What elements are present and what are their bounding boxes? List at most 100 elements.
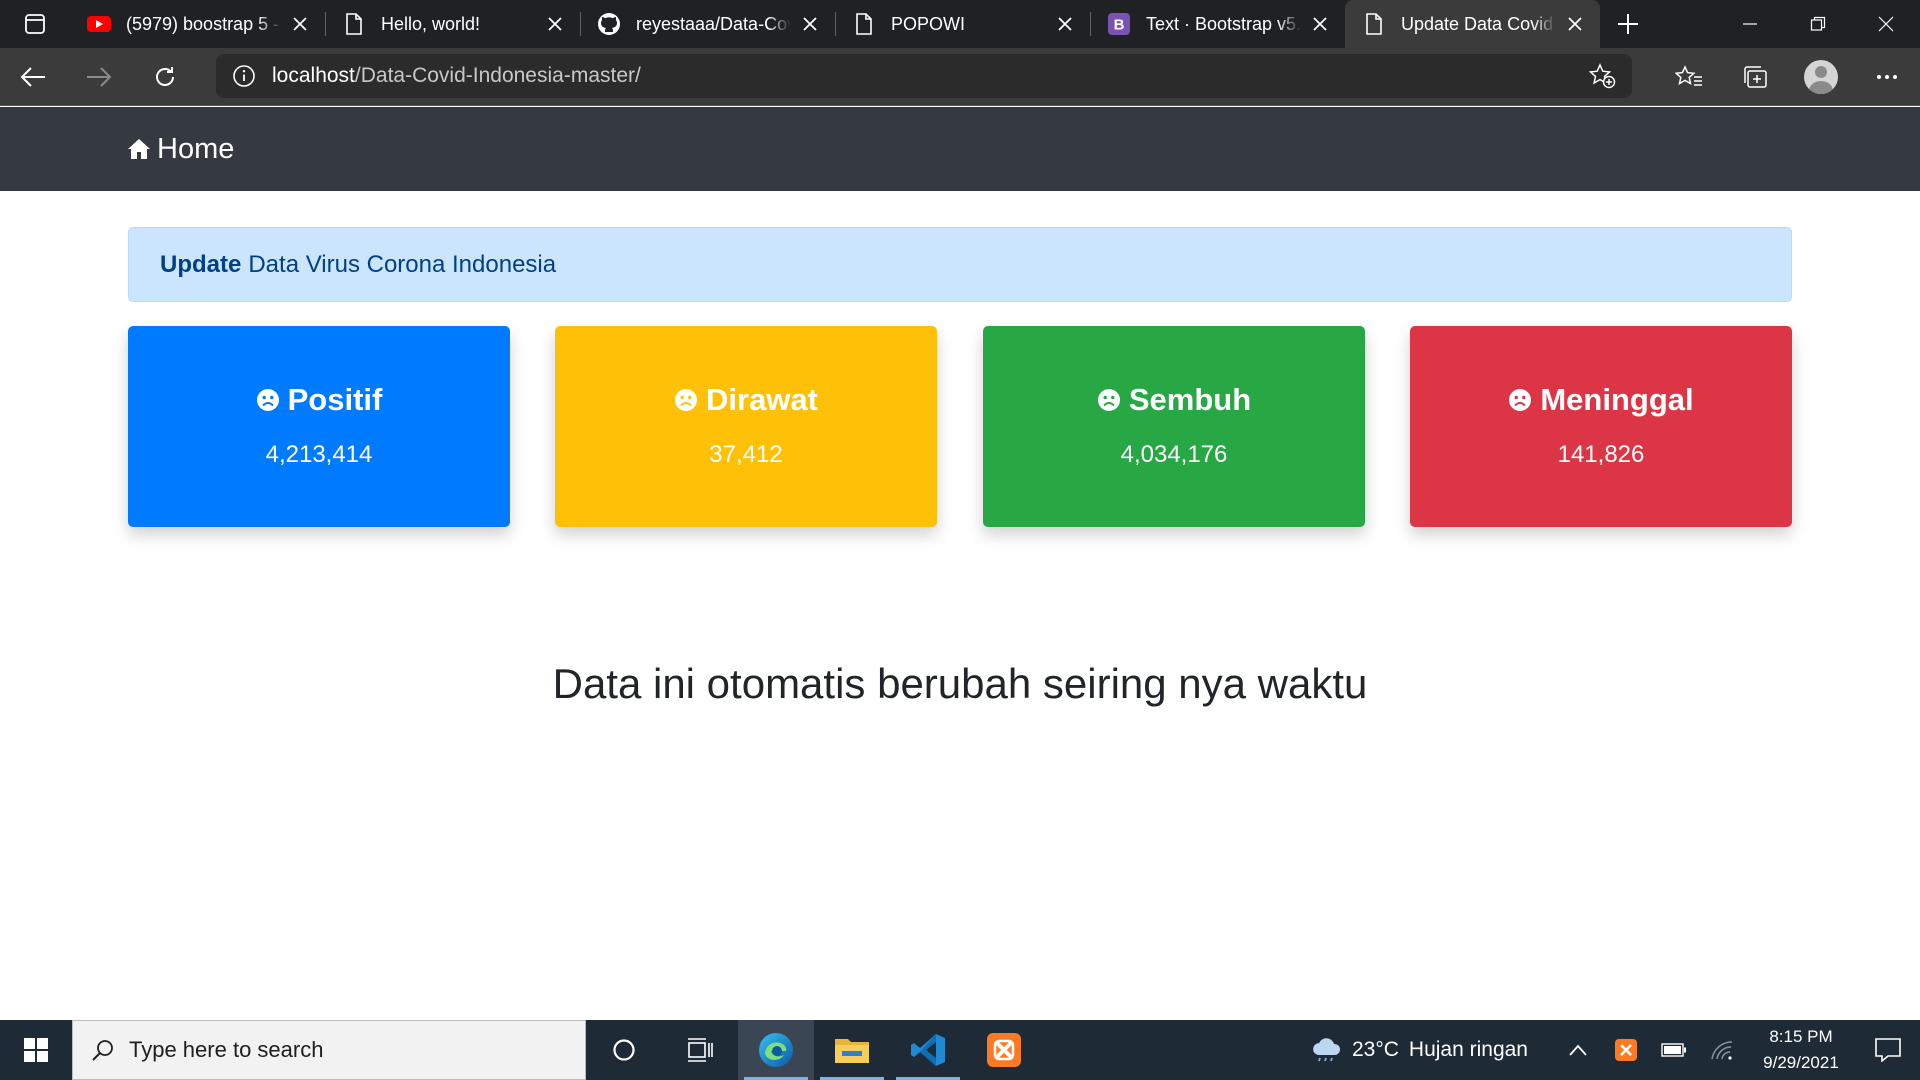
- brand-label: Home: [157, 132, 235, 165]
- address-bar[interactable]: localhost/Data-Covid-Indonesia-master/: [216, 54, 1632, 98]
- tab-title: Text · Bootstrap v5.1: [1146, 13, 1301, 34]
- tab-bootstrap-docs[interactable]: B Text · Bootstrap v5.1: [1090, 0, 1345, 48]
- tab-actions-button[interactable]: [0, 0, 70, 48]
- frown-icon: [256, 388, 280, 412]
- arrow-left-icon: [20, 66, 45, 87]
- tab-title: POPOWI: [891, 13, 966, 34]
- browser-toolbar: localhost/Data-Covid-Indonesia-master/: [0, 48, 1920, 106]
- weather-desc: Hujan ringan: [1408, 1038, 1528, 1061]
- tab-hello-world[interactable]: Hello, world!: [325, 0, 580, 48]
- url-host: localhost: [272, 64, 355, 87]
- page-icon: [851, 11, 877, 37]
- bootstrap-icon: B: [1106, 11, 1132, 37]
- favorites-button[interactable]: [1656, 48, 1722, 106]
- tab-update-data-covid[interactable]: Update Data Covid: [1345, 0, 1600, 48]
- card-title: Sembuh: [983, 382, 1365, 418]
- close-icon[interactable]: [1562, 11, 1588, 37]
- weather-widget[interactable]: 23°C Hujan ringan: [1310, 1037, 1528, 1063]
- alert-bold-text: Update: [160, 250, 242, 278]
- profile-button[interactable]: [1788, 48, 1854, 106]
- taskbar-file-explorer[interactable]: [814, 1020, 890, 1080]
- frown-icon: [1508, 388, 1532, 412]
- minimize-icon: [1743, 23, 1757, 25]
- taskbar-vscode[interactable]: [890, 1020, 966, 1080]
- url-path: /Data-Covid-Indonesia-master/: [354, 64, 641, 87]
- minimize-button[interactable]: [1716, 0, 1784, 48]
- taskbar-search-input[interactable]: Type here to search: [72, 1020, 586, 1080]
- url-text[interactable]: localhost/Data-Covid-Indonesia-master/: [272, 64, 641, 88]
- tab-github[interactable]: reyestaaa/Data-Covid: [580, 0, 835, 48]
- star-add-icon: [1588, 63, 1616, 89]
- card-value: 141,826: [1557, 441, 1645, 468]
- tray-xampp[interactable]: [1602, 1020, 1650, 1080]
- folder-icon: [835, 1039, 869, 1063]
- navbar: Home: [0, 107, 1920, 191]
- tab-youtube[interactable]: (5979) boostrap 5 -: [70, 0, 325, 48]
- card-label: Positif: [287, 382, 383, 417]
- close-icon[interactable]: [1052, 11, 1078, 37]
- windows-icon: [24, 1038, 48, 1062]
- system-tray: 23°C Hujan ringan 8:15 PM 9/29/2021: [1310, 1020, 1920, 1080]
- notification-center-button[interactable]: [1856, 1020, 1920, 1080]
- back-button[interactable]: [0, 48, 66, 106]
- tab-title: Hello, world!: [381, 13, 481, 34]
- start-button[interactable]: [0, 1020, 72, 1080]
- new-tab-button[interactable]: [1600, 0, 1656, 48]
- wifi-button[interactable]: [1698, 1020, 1746, 1080]
- tab-title: (5979) boostrap 5 -: [126, 13, 280, 34]
- refresh-button[interactable]: [132, 48, 198, 106]
- card-title: Dirawat: [555, 382, 937, 418]
- close-icon[interactable]: [542, 11, 568, 37]
- clock-date: 9/29/2021: [1763, 1053, 1839, 1072]
- weather-temp: 23°C: [1351, 1038, 1399, 1061]
- taskbar-edge[interactable]: [738, 1020, 814, 1080]
- close-icon[interactable]: [287, 11, 313, 37]
- tab-title: reyestaaa/Data-Covid: [636, 13, 791, 34]
- close-icon: [1878, 16, 1894, 32]
- card-label: Meninggal: [1540, 382, 1694, 417]
- tab-popowi[interactable]: POPOWI: [835, 0, 1090, 48]
- home-link[interactable]: Home: [127, 107, 234, 191]
- clock-time: 8:15 PM: [1769, 1027, 1833, 1046]
- cortana-button[interactable]: [586, 1020, 662, 1080]
- settings-more-button[interactable]: [1854, 48, 1920, 106]
- close-icon[interactable]: [797, 11, 823, 37]
- xampp-icon: [987, 1033, 1021, 1067]
- toolbar-right: [1656, 48, 1920, 106]
- tab-strip: (5979) boostrap 5 - Hello, world! reyest…: [0, 0, 1920, 48]
- collections-button[interactable]: [1722, 48, 1788, 106]
- edge-icon: [759, 1033, 793, 1067]
- forward-button[interactable]: [66, 48, 132, 106]
- close-window-button[interactable]: [1852, 0, 1920, 48]
- card-label: Sembuh: [1128, 382, 1252, 417]
- card-label: Dirawat: [706, 382, 818, 417]
- card-value: 4,034,176: [1120, 441, 1228, 468]
- vscode-icon: [911, 1034, 945, 1066]
- info-icon[interactable]: [216, 54, 272, 98]
- github-icon: [596, 11, 622, 37]
- collections-icon: [1744, 66, 1767, 88]
- card-meninggal: Meninggal 141,826: [1410, 326, 1792, 527]
- card-sembuh: Sembuh 4,034,176: [983, 326, 1365, 527]
- refresh-icon: [156, 66, 174, 86]
- cloud-rain-icon: [1310, 1037, 1342, 1063]
- restore-button[interactable]: [1784, 0, 1852, 48]
- task-view-button[interactable]: [662, 1020, 738, 1080]
- card-value: 4,213,414: [265, 441, 373, 468]
- avatar: [1804, 60, 1838, 94]
- taskbar-xampp[interactable]: [966, 1020, 1042, 1080]
- wifi-icon: [1711, 1041, 1733, 1060]
- update-alert: Update Data Virus Corona Indonesia: [128, 227, 1792, 302]
- card-title: Meninggal: [1410, 382, 1792, 418]
- page-icon: [341, 11, 367, 37]
- home-icon: [127, 138, 151, 160]
- add-favorite-button[interactable]: [1572, 54, 1632, 98]
- frown-icon: [674, 388, 698, 412]
- close-icon[interactable]: [1307, 11, 1333, 37]
- cortana-icon: [613, 1039, 635, 1061]
- show-hidden-icons-button[interactable]: [1554, 1020, 1602, 1080]
- tab-actions-icon: [25, 14, 45, 34]
- battery-button[interactable]: [1650, 1020, 1698, 1080]
- clock[interactable]: 8:15 PM 9/29/2021: [1746, 1024, 1856, 1076]
- chevron-up-icon: [1569, 1044, 1587, 1056]
